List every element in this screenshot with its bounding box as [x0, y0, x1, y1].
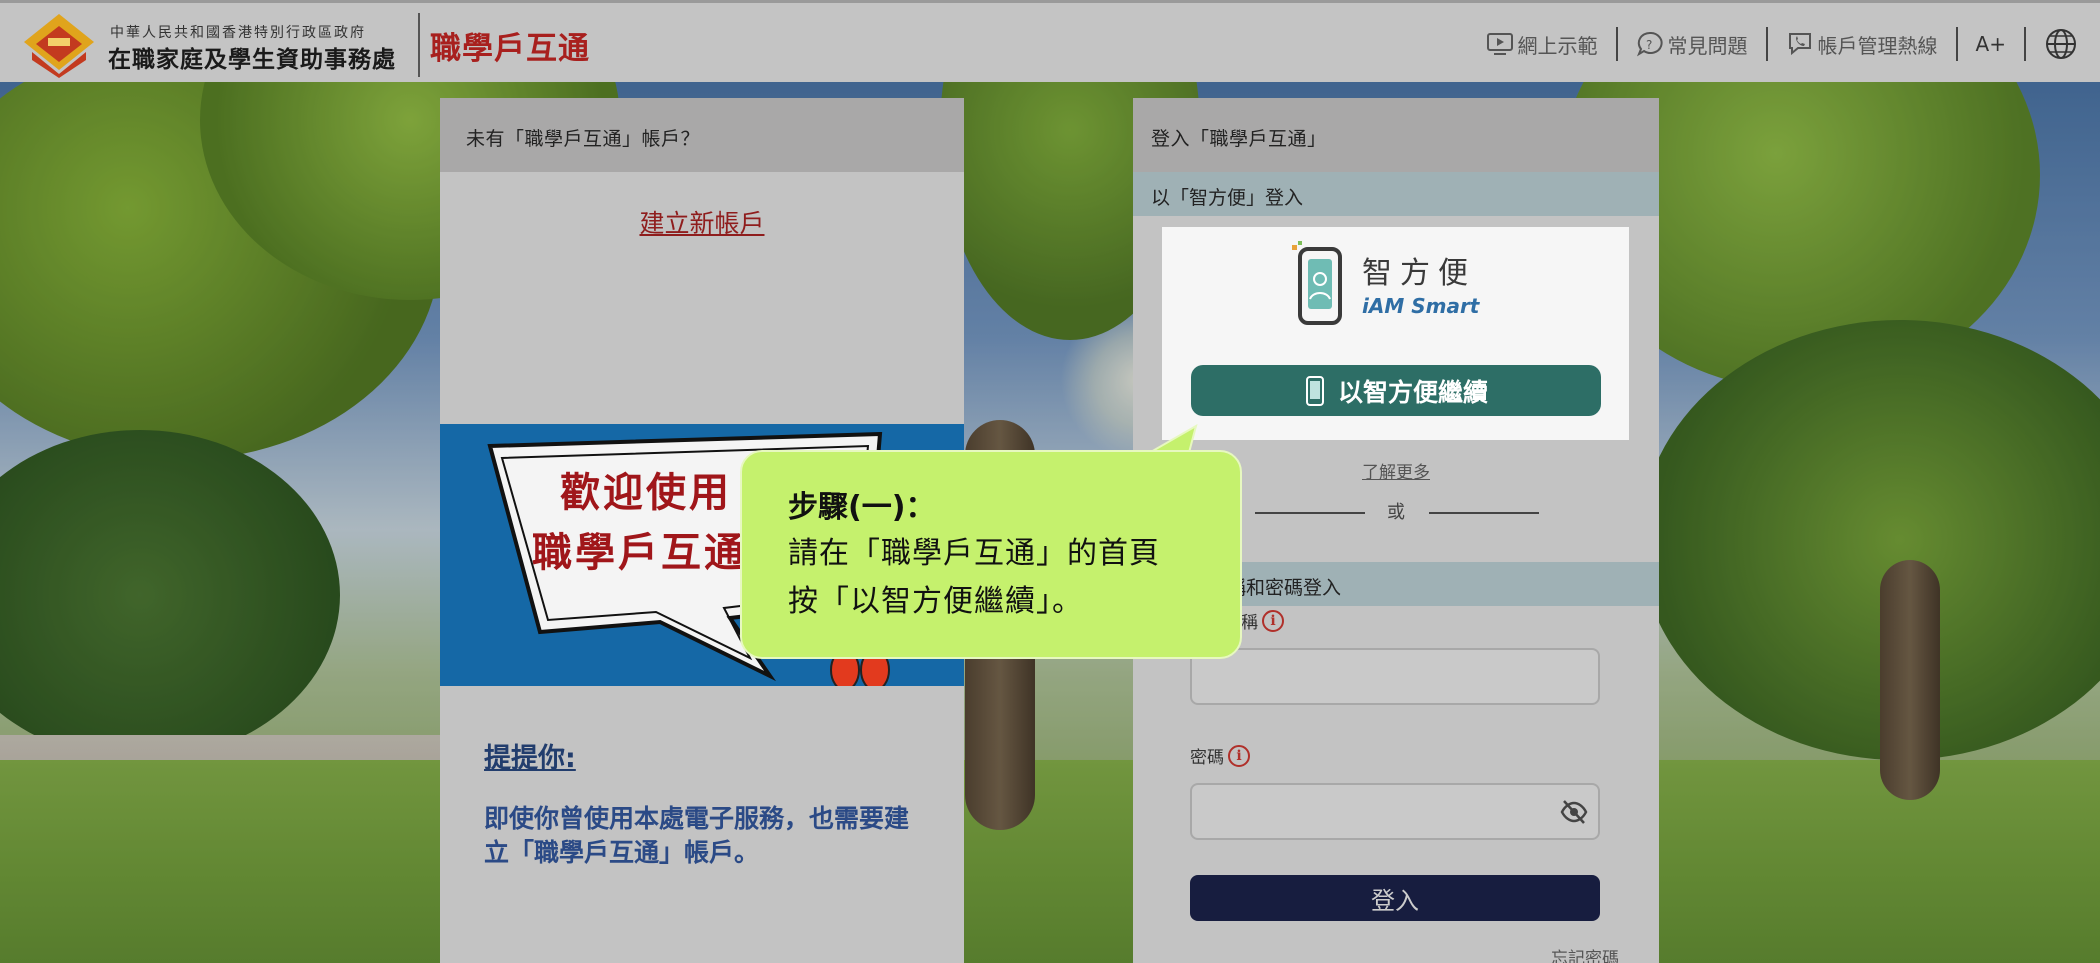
callout-step-title: 步驟(一)： — [788, 490, 936, 525]
department-name: 在職家庭及學生資助事務處 — [108, 47, 396, 73]
login-button[interactable]: 登入 — [1190, 875, 1600, 921]
reminder-text: 即使你曾使用本處電子服務，也需要建立「職學戶互通」帳戶。 — [484, 804, 910, 867]
hotline-phone-icon — [1788, 33, 1811, 56]
svg-text:?: ? — [1646, 38, 1652, 52]
create-account-link[interactable]: 建立新帳戶 — [440, 204, 964, 240]
password-label-text: 密碼 — [1190, 748, 1224, 768]
font-size-toggle-button[interactable]: A+ — [1958, 32, 2024, 56]
government-name: 中華人民共和國香港特別行政區政府 — [110, 25, 366, 41]
iam-smart-section-header: 以「智方便」登入 — [1133, 172, 1659, 216]
banner-text-line1: 歡迎使用 — [560, 469, 732, 516]
info-icon[interactable]: i — [1228, 744, 1250, 767]
video-demo-icon — [1486, 33, 1513, 55]
login-card-title: 登入「職學戶互通」 — [1133, 98, 1659, 172]
info-icon[interactable]: i — [1262, 609, 1284, 632]
continue-with-iam-smart-button[interactable]: 以智方便繼續 — [1191, 365, 1601, 416]
nav-online-demo[interactable]: 網上示範 — [1468, 30, 1616, 59]
site-header: 中華人民共和國香港特別行政區政府 在職家庭及學生資助事務處 職學戶互通 網上示範… — [0, 0, 2100, 82]
eye-slash-icon[interactable] — [1560, 799, 1588, 825]
nav-faq[interactable]: ? 常見問題 — [1618, 30, 1766, 59]
or-divider-right — [1429, 512, 1539, 514]
reminder-title: 提提你: — [484, 743, 576, 774]
password-label: 密碼 i — [1190, 743, 1250, 768]
language-switch-button[interactable] — [2026, 27, 2100, 61]
header-divider — [418, 13, 420, 77]
globe-icon — [2046, 29, 2076, 59]
banner-text-line2: 職學戶互通 — [532, 529, 747, 576]
register-card-title: 未有「職學戶互通」帳戶？ — [440, 98, 964, 172]
continue-with-iam-smart-label: 以智方便繼續 — [1337, 377, 1488, 407]
iam-logo-cn: 智方便 — [1362, 256, 1476, 291]
nav-account-hotline[interactable]: 帳戶管理熱線 — [1768, 30, 1956, 59]
iam-phone-icon — [1305, 375, 1324, 406]
callout-instruction-line1: 請在「職學戶互通」的首頁 — [788, 536, 1160, 571]
nav-online-demo-label: 網上示範 — [1517, 33, 1598, 58]
nav-faq-label: 常見問題 — [1667, 33, 1748, 58]
password-input[interactable] — [1190, 783, 1600, 840]
portal-brand-title[interactable]: 職學戶互通 — [430, 23, 590, 68]
nav-account-hotline-label: 帳戶管理熱線 — [1817, 33, 1938, 58]
forgot-password-link[interactable]: 忘記密碼 — [1551, 944, 1619, 963]
username-input[interactable] — [1190, 648, 1600, 705]
iam-smart-panel: 智方便 iAM Smart 以智方便繼續 — [1162, 227, 1629, 440]
iam-smart-logo: 智方便 iAM Smart — [1292, 241, 1481, 325]
header-nav: 網上示範 ? 常見問題 帳戶管理熱線 A+ — [1468, 3, 2100, 85]
tutorial-step-callout: 步驟(一)： 請在「職學戶互通」的首頁 按「以智方便繼續」。 — [740, 450, 1242, 659]
iam-logo-en: iAM Smart — [1362, 294, 1481, 318]
wfsfaa-logo-icon[interactable] — [22, 12, 96, 78]
faq-chat-icon: ? — [1636, 31, 1663, 57]
callout-instruction-line2: 按「以智方便繼續」。 — [788, 584, 1083, 619]
